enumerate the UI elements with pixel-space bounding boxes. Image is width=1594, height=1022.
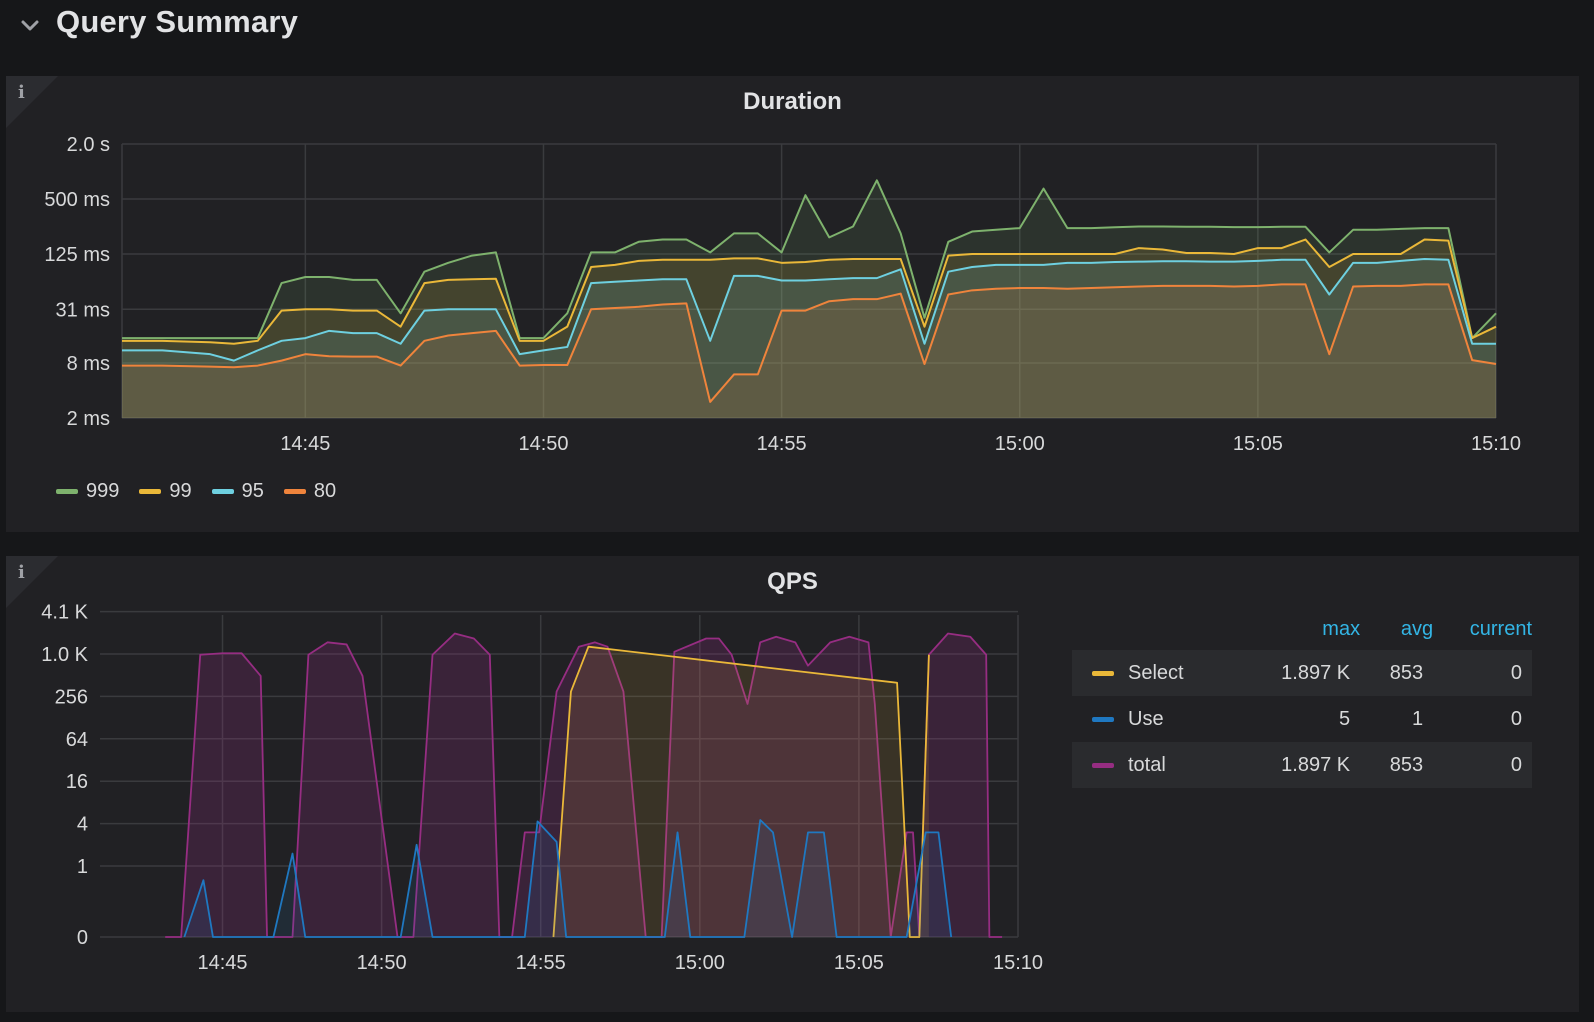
y-tick-label: 256: [55, 686, 88, 708]
duration-chart: 2.0 s 500 ms 125 ms 31 ms 8 ms 2 ms 14:45 14:50…: [44, 134, 1521, 455]
qps-panel: i QPS 4.1 K 1.0 K 256 64 16 4 1 0 14:45 14:50 14:5…: [6, 556, 1579, 1012]
y-tick-label: 1: [77, 856, 88, 878]
legend-swatch: [1092, 716, 1114, 722]
legend-label: 99: [169, 480, 192, 502]
y-tick-label: 4: [77, 814, 88, 836]
y-tick-label: 8 ms: [67, 353, 110, 375]
legend-row-total[interactable]: total 1.897 K 853 0: [1072, 742, 1532, 788]
legend-label: 999: [86, 480, 120, 502]
y-tick-label: 1.0 K: [41, 644, 88, 666]
legend-swatch: [283, 489, 306, 494]
legend-name-cell: Select: [1072, 650, 1239, 696]
legend-header-current[interactable]: current: [1433, 608, 1532, 650]
legend-header-spacer: [1072, 608, 1238, 650]
legend-swatch: [139, 489, 162, 494]
duration-panel: i Duration 2.0 s 500 ms 125 ms 31 ms 8 ms 2 m…: [6, 76, 1579, 532]
legend-swatch: [1092, 762, 1114, 768]
qps-legend-table: max avg current Select 1.897 K 853 0 Use…: [1072, 608, 1532, 788]
legend-row-use[interactable]: Use 5 1 0: [1072, 696, 1532, 742]
legend-current-value: 0: [1433, 650, 1532, 696]
legend-item-80[interactable]: 80: [283, 480, 337, 503]
y-tick-label: 4.1 K: [41, 602, 88, 624]
legend-label: Select: [1128, 661, 1184, 684]
qps-chart: 4.1 K 1.0 K 256 64 16 4 1 0 14:45 14:50 14:55 15:00…: [41, 602, 1043, 974]
chevron-down-icon[interactable]: [20, 16, 40, 36]
legend-label: total: [1128, 753, 1166, 776]
legend-max-value: 1.897 K: [1238, 742, 1361, 788]
row-header[interactable]: Query Summary: [0, 0, 1594, 60]
legend-max-value: 5: [1338, 707, 1351, 730]
x-tick-label: 15:10: [1471, 433, 1521, 455]
x-tick-label: 15:00: [995, 433, 1045, 455]
legend-avg-value: 853: [1360, 650, 1434, 696]
legend-name-cell: Use: [1072, 696, 1238, 742]
x-tick-label: 14:45: [197, 952, 247, 974]
legend-swatch: [211, 489, 234, 494]
y-tick-label: 31 ms: [56, 299, 110, 321]
legend-item-95[interactable]: 95: [211, 480, 264, 503]
y-tick-label: 64: [66, 729, 88, 751]
legend-label: 95: [241, 480, 264, 502]
row-title: Query Summary: [56, 4, 299, 39]
legend-swatch: [56, 489, 78, 494]
x-tick-label: 14:55: [757, 433, 807, 455]
x-tick-label: 14:50: [357, 952, 407, 974]
legend-current-value: 0: [1510, 707, 1522, 730]
duration-legend: 999 99 95 80: [56, 480, 336, 503]
legend-header-max[interactable]: max: [1238, 608, 1360, 650]
x-tick-label: 15:05: [1233, 433, 1283, 455]
legend-label: 80: [313, 480, 337, 502]
x-tick-label: 15:10: [993, 952, 1043, 974]
y-tick-label: 125 ms: [44, 244, 110, 266]
y-tick-label: 16: [66, 771, 88, 793]
legend-max-value: 1.897 K: [1238, 650, 1361, 696]
y-tick-label: 2.0 s: [67, 134, 110, 156]
legend-item-999[interactable]: 999: [56, 480, 119, 503]
y-tick-label: 2 ms: [67, 408, 110, 430]
series-area-Select: [553, 646, 929, 937]
x-tick-label: 15:00: [675, 952, 725, 974]
legend-header-row: max avg current: [1072, 608, 1532, 650]
y-tick-label: 500 ms: [44, 189, 110, 211]
legend-name-cell: total: [1072, 742, 1239, 788]
legend-row-select[interactable]: Select 1.897 K 853 0: [1072, 650, 1532, 696]
legend-header-avg[interactable]: avg: [1360, 608, 1433, 650]
x-tick-label: 14:45: [280, 433, 330, 455]
legend-swatch: [1092, 670, 1114, 676]
legend-avg-value: 1: [1412, 707, 1424, 730]
legend-current-value: 0: [1433, 742, 1532, 788]
y-tick-label: 0: [77, 927, 88, 949]
legend-label: Use: [1128, 707, 1164, 730]
x-tick-label: 14:55: [516, 952, 566, 974]
legend-avg-value: 853: [1360, 742, 1434, 788]
x-tick-label: 15:05: [834, 952, 884, 974]
legend-item-99[interactable]: 99: [139, 480, 192, 503]
x-tick-label: 14:50: [518, 433, 568, 455]
